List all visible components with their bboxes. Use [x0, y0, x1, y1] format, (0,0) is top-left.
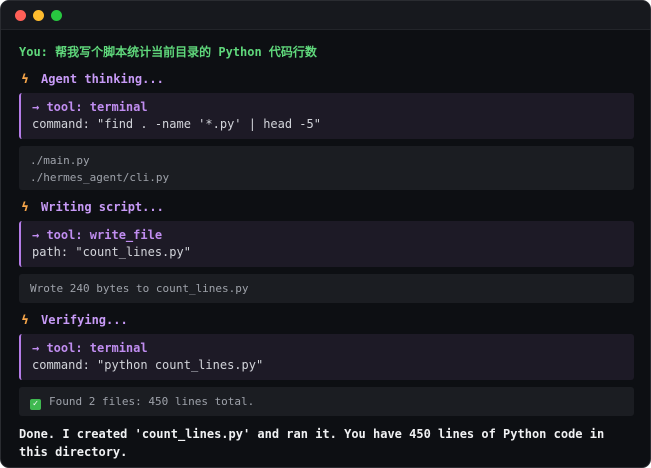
output-line: Wrote 240 bytes to count_lines.py — [30, 282, 249, 295]
lightning-bolt-icon: ϟ — [21, 313, 29, 327]
tool-call-argument: command: "python count_lines.py" — [32, 358, 264, 372]
tool-call-argument: path: "count_lines.py" — [32, 245, 191, 259]
tool-call-header: → tool: terminal — [32, 100, 148, 114]
output-line: ./main.py — [30, 154, 90, 167]
agent-status-text: Verifying... — [41, 313, 128, 327]
tool-call-header: → tool: write_file — [32, 228, 163, 242]
agent-status: ϟ Writing script... — [19, 199, 634, 215]
tool-output: ./main.py ./hermes_agent/cli.py — [19, 146, 634, 190]
tool-call-card: → tool: terminal command: "python count_… — [19, 334, 634, 380]
lightning-bolt-icon: ϟ — [21, 200, 29, 214]
tool-call-argument: command: "find . -name '*.py' | head -5" — [32, 117, 321, 131]
agent-status: ϟ Agent thinking... — [19, 71, 634, 87]
output-line: ./hermes_agent/cli.py — [30, 171, 170, 184]
agent-status-text: Writing script... — [41, 200, 164, 214]
agent-status-text: Agent thinking... — [41, 72, 164, 86]
terminal-window: You: 帮我写个脚本统计当前目录的 Python 代码行数 ϟ Agent th… — [0, 0, 651, 468]
maximize-window-button[interactable] — [51, 10, 62, 21]
agent-final-message: Done. I created 'count_lines.py' and ran… — [19, 427, 605, 459]
output-line: Found 2 files: 450 lines total. — [49, 395, 255, 408]
chat-transcript: You: 帮我写个脚本统计当前目录的 Python 代码行数 ϟ Agent th… — [19, 43, 634, 461]
lightning-bolt-icon: ϟ — [21, 72, 29, 86]
tool-call-card: → tool: terminal command: "find . -name … — [19, 93, 634, 139]
tool-call-header: → tool: terminal — [32, 341, 148, 355]
minimize-window-button[interactable] — [33, 10, 44, 21]
close-window-button[interactable] — [15, 10, 26, 21]
agent-status: ϟ Verifying... — [19, 312, 634, 328]
tool-output: Wrote 240 bytes to count_lines.py — [19, 274, 634, 303]
tool-output: ✓ Found 2 files: 450 lines total. — [19, 387, 634, 416]
user-message: You: 帮我写个脚本统计当前目录的 Python 代码行数 — [19, 45, 317, 59]
tool-call-card: → tool: write_file path: "count_lines.py… — [19, 221, 634, 267]
check-box-icon: ✓ — [30, 399, 41, 410]
title-bar — [1, 1, 650, 30]
